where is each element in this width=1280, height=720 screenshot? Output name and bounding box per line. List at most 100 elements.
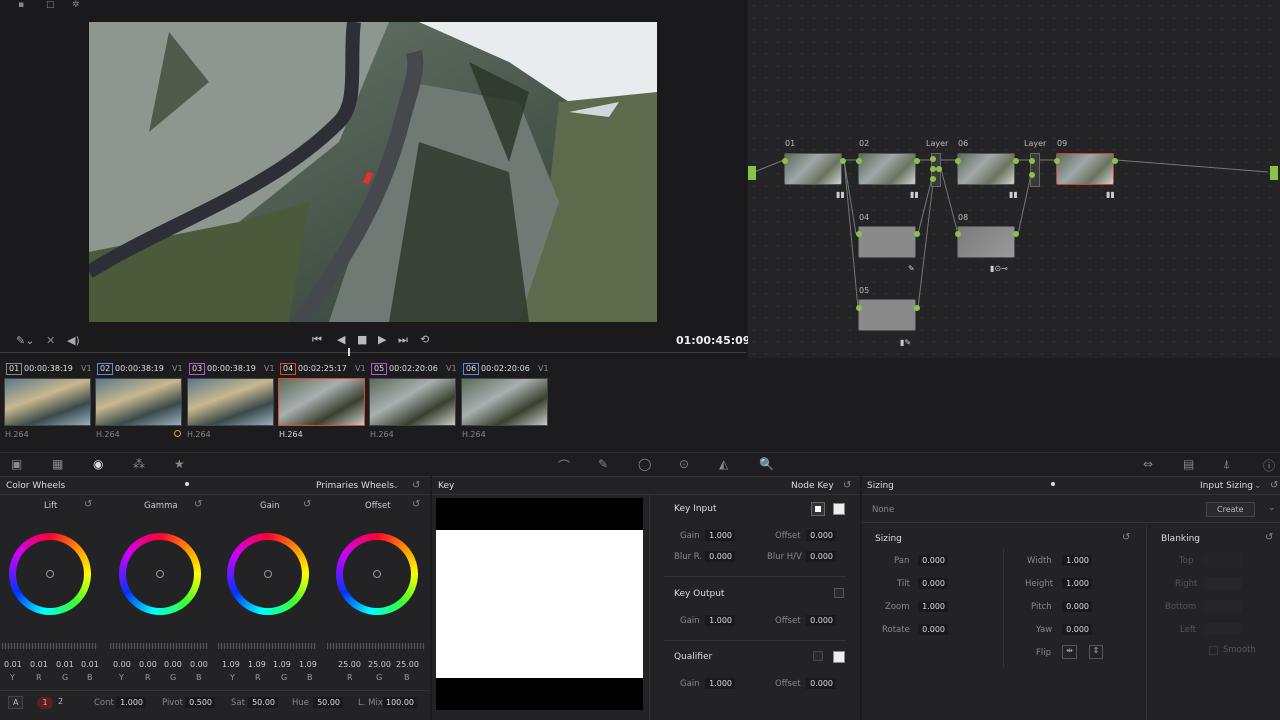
stop-icon[interactable]: ■ — [357, 333, 367, 346]
layout-icon[interactable]: ▪ — [18, 0, 32, 10]
bypass-icon[interactable]: ✕ — [46, 334, 55, 347]
lift-r-value[interactable]: 0.01 — [30, 660, 48, 669]
pivot-field[interactable]: 0.500 — [185, 697, 215, 708]
blanking-left-field[interactable] — [1204, 623, 1242, 635]
node-01[interactable] — [784, 153, 842, 185]
gain-master-slider[interactable] — [218, 643, 316, 649]
reset-icon[interactable]: ↺ — [1265, 532, 1273, 543]
chevron-down-icon[interactable]: ⌄ — [392, 481, 400, 491]
chevron-down-icon[interactable]: ⌄ — [1268, 503, 1276, 513]
wheels-mode-dropdown[interactable]: Primaries Wheels — [316, 481, 394, 491]
preset-dropdown[interactable]: None — [872, 505, 894, 515]
lift-b-value[interactable]: 0.01 — [81, 660, 99, 669]
node-input-dot[interactable] — [856, 231, 862, 237]
gamma-master-slider[interactable] — [110, 643, 208, 649]
height-field[interactable]: 1.000 — [1062, 578, 1092, 589]
tilt-field[interactable]: 0.000 — [918, 578, 948, 589]
keyframe-icon[interactable]: ⍋ — [1223, 457, 1230, 472]
go-to-start-icon[interactable]: ⏮ — [312, 333, 322, 347]
lum-mix-field[interactable]: 100.00 — [383, 697, 417, 708]
qualifier-gain-field[interactable]: 1.000 — [705, 678, 735, 689]
gamma-y-value[interactable]: 0.00 — [113, 660, 131, 669]
yaw-field[interactable]: 0.000 — [1062, 624, 1092, 635]
magic-icon[interactable]: ✲ — [72, 0, 86, 10]
gamma-wheel-handle[interactable] — [156, 570, 164, 578]
pitch-field[interactable]: 0.000 — [1062, 601, 1092, 612]
node-input-dot[interactable] — [955, 158, 961, 164]
node-output-dot[interactable] — [840, 158, 846, 164]
sizing-mode-dropdown[interactable]: Input Sizing — [1200, 481, 1253, 491]
node-input-dot[interactable] — [955, 231, 961, 237]
node-09[interactable] — [1056, 153, 1114, 185]
clip-thumbnail-02[interactable] — [95, 378, 182, 426]
gain-y-value[interactable]: 1.09 — [222, 660, 240, 669]
rgb-mixer-icon[interactable]: ⁂ — [133, 457, 145, 471]
hue-field[interactable]: 50.00 — [313, 697, 343, 708]
node-input-dot[interactable] — [930, 156, 936, 162]
reset-icon[interactable]: ↺ — [843, 480, 851, 491]
node-04[interactable] — [858, 226, 916, 258]
loop-icon[interactable]: ⟲ — [420, 333, 429, 346]
zoom-field[interactable]: 1.000 — [918, 601, 948, 612]
window-icon[interactable]: □ — [46, 0, 60, 10]
color-match-icon[interactable]: ▦ — [52, 457, 63, 471]
qualifier-icon[interactable]: ✎ — [598, 457, 608, 471]
page-dot[interactable] — [185, 482, 189, 486]
node-output-dot[interactable] — [914, 305, 920, 311]
reset-icon[interactable]: ↺ — [84, 499, 92, 510]
reset-icon[interactable]: ↺ — [412, 499, 420, 510]
key-input-swatch[interactable] — [811, 502, 825, 516]
reset-icon[interactable]: ↺ — [303, 499, 311, 510]
blur-icon[interactable]: ◭ — [719, 457, 728, 471]
flip-vertical-icon[interactable]: ⇕ — [1089, 645, 1103, 659]
camera-raw-icon[interactable]: ▣ — [11, 457, 22, 471]
node-input-dot[interactable] — [856, 158, 862, 164]
node-input-dot[interactable] — [1029, 158, 1035, 164]
clip-thumbnail-06[interactable] — [461, 378, 548, 426]
clip-thumbnail-03[interactable] — [187, 378, 274, 426]
window-icon[interactable]: ◯ — [638, 457, 651, 471]
gamma-r-value[interactable]: 0.00 — [139, 660, 157, 669]
blur-hv-field[interactable]: 0.000 — [806, 551, 836, 562]
key-input-gain-field[interactable]: 1.000 — [705, 530, 735, 541]
key-output-gain-field[interactable]: 1.000 — [705, 615, 735, 626]
node-output-dot[interactable] — [914, 231, 920, 237]
node-08[interactable] — [957, 226, 1015, 258]
node-output-dot[interactable] — [914, 158, 920, 164]
reset-icon[interactable]: ↺ — [412, 480, 420, 491]
node-output-dot[interactable] — [936, 166, 942, 172]
reset-icon[interactable]: ↺ — [194, 499, 202, 510]
input-node-handle[interactable] — [748, 166, 756, 180]
node-output-dot[interactable] — [1112, 158, 1118, 164]
output-node-handle[interactable] — [1270, 166, 1278, 180]
rotate-field[interactable]: 0.000 — [918, 624, 948, 635]
clip-thumbnail-01[interactable] — [4, 378, 91, 426]
node-06[interactable] — [957, 153, 1015, 185]
node-05[interactable] — [858, 299, 916, 331]
gain-r-value[interactable]: 1.09 — [248, 660, 266, 669]
playhead[interactable] — [348, 348, 350, 356]
lift-g-value[interactable]: 0.01 — [56, 660, 74, 669]
saturation-field[interactable]: 50.00 — [248, 697, 278, 708]
lift-y-value[interactable]: 0.01 — [4, 660, 22, 669]
reset-icon[interactable]: ↺ — [1122, 532, 1130, 543]
3d-icon[interactable]: ▤ — [1183, 457, 1194, 471]
auto-balance-button[interactable]: A — [8, 696, 24, 709]
qualifier-toggle[interactable] — [813, 651, 823, 661]
offset-r-value[interactable]: 25.00 — [338, 660, 361, 669]
gain-g-value[interactable]: 1.09 — [273, 660, 291, 669]
gain-wheel-handle[interactable] — [264, 570, 272, 578]
offset-master-slider[interactable] — [327, 643, 425, 649]
create-button[interactable]: Create — [1206, 502, 1255, 517]
node-editor[interactable]: 01 02 Layer 06 Layer 09 04 08 05 ▮▮ ▮▮ ▮… — [748, 0, 1280, 358]
qualifier-invert[interactable] — [833, 651, 845, 663]
flip-horizontal-icon[interactable]: ⇹ — [1062, 645, 1077, 659]
offset-g-value[interactable]: 25.00 — [368, 660, 391, 669]
volume-icon[interactable]: ◀) — [67, 334, 80, 347]
qualifier-offset-field[interactable]: 0.000 — [806, 678, 836, 689]
node-output-dot[interactable] — [1013, 158, 1019, 164]
color-wheels-icon[interactable]: ◉ — [93, 457, 103, 471]
blanking-top-field[interactable] — [1204, 554, 1242, 566]
video-frame[interactable] — [89, 22, 657, 322]
gain-b-value[interactable]: 1.09 — [299, 660, 317, 669]
